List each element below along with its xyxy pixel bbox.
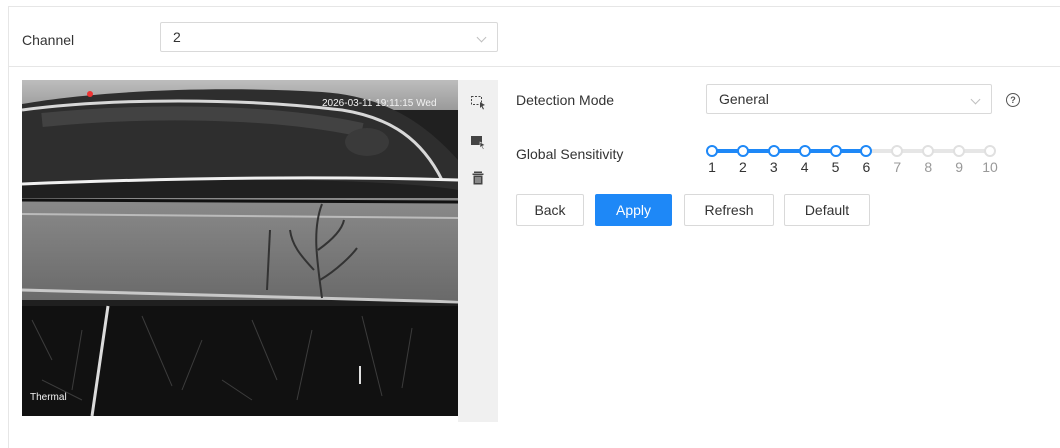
detection-mode-label: Detection Mode bbox=[516, 92, 615, 108]
back-button[interactable]: Back bbox=[516, 194, 584, 226]
slider-tick-label: 5 bbox=[831, 159, 840, 175]
sensitivity-slider[interactable]: 1 2 3 4 5 6 7 8 9 10 bbox=[706, 143, 998, 183]
thermal-scene bbox=[22, 80, 458, 416]
slider-tick-label: 10 bbox=[982, 159, 998, 175]
channel-label: Channel bbox=[22, 32, 75, 48]
slider-stop-9[interactable] bbox=[953, 145, 966, 157]
trash-icon[interactable] bbox=[470, 170, 486, 186]
slider-tick-label: 4 bbox=[800, 159, 809, 175]
slider-stop-5[interactable] bbox=[829, 145, 842, 157]
chevron-down-icon bbox=[476, 32, 487, 43]
sensitivity-label: Global Sensitivity bbox=[516, 146, 624, 162]
default-button[interactable]: Default bbox=[784, 194, 870, 226]
draw-region-icon[interactable] bbox=[470, 94, 486, 110]
slider-track-fill bbox=[710, 149, 867, 153]
slider-tick-label: 7 bbox=[893, 159, 902, 175]
slider-tick-labels: 1 2 3 4 5 6 7 8 9 10 bbox=[706, 159, 998, 177]
slider-stop-6[interactable] bbox=[860, 145, 873, 157]
slider-stop-8[interactable] bbox=[922, 145, 935, 157]
video-timestamp: 2026-03-11 19:11:15 Wed bbox=[322, 98, 437, 109]
slider-tick-label: 3 bbox=[769, 159, 778, 175]
apply-button[interactable]: Apply bbox=[595, 194, 672, 226]
slider-tick-label: 8 bbox=[924, 159, 933, 175]
channel-value: 2 bbox=[173, 29, 181, 45]
region-toolstrip bbox=[458, 80, 498, 422]
slider-stop-7[interactable] bbox=[891, 145, 904, 157]
channel-select[interactable]: 2 bbox=[160, 22, 498, 52]
chevron-down-icon bbox=[970, 94, 981, 105]
slider-stop-1[interactable] bbox=[706, 145, 718, 157]
slider-stop-3[interactable] bbox=[767, 145, 780, 157]
slider-stop-4[interactable] bbox=[798, 145, 811, 157]
slider-tick-label: 1 bbox=[708, 159, 716, 175]
slider-stop-10[interactable] bbox=[984, 145, 996, 157]
slider-stop-2[interactable] bbox=[736, 145, 749, 157]
slider-tick-label: 9 bbox=[955, 159, 963, 175]
detection-mode-select[interactable]: General bbox=[706, 84, 992, 114]
thermal-overlay-label: Thermal bbox=[30, 392, 67, 403]
draw-filled-region-icon[interactable] bbox=[470, 134, 486, 150]
detection-mode-value: General bbox=[719, 91, 769, 107]
help-icon[interactable]: ? bbox=[1006, 93, 1020, 107]
slider-tick-label: 6 bbox=[862, 159, 871, 175]
refresh-button[interactable]: Refresh bbox=[684, 194, 774, 226]
slider-tick-label: 2 bbox=[738, 159, 747, 175]
video-preview[interactable]: 2026-03-11 19:11:15 Wed Thermal bbox=[22, 80, 458, 416]
